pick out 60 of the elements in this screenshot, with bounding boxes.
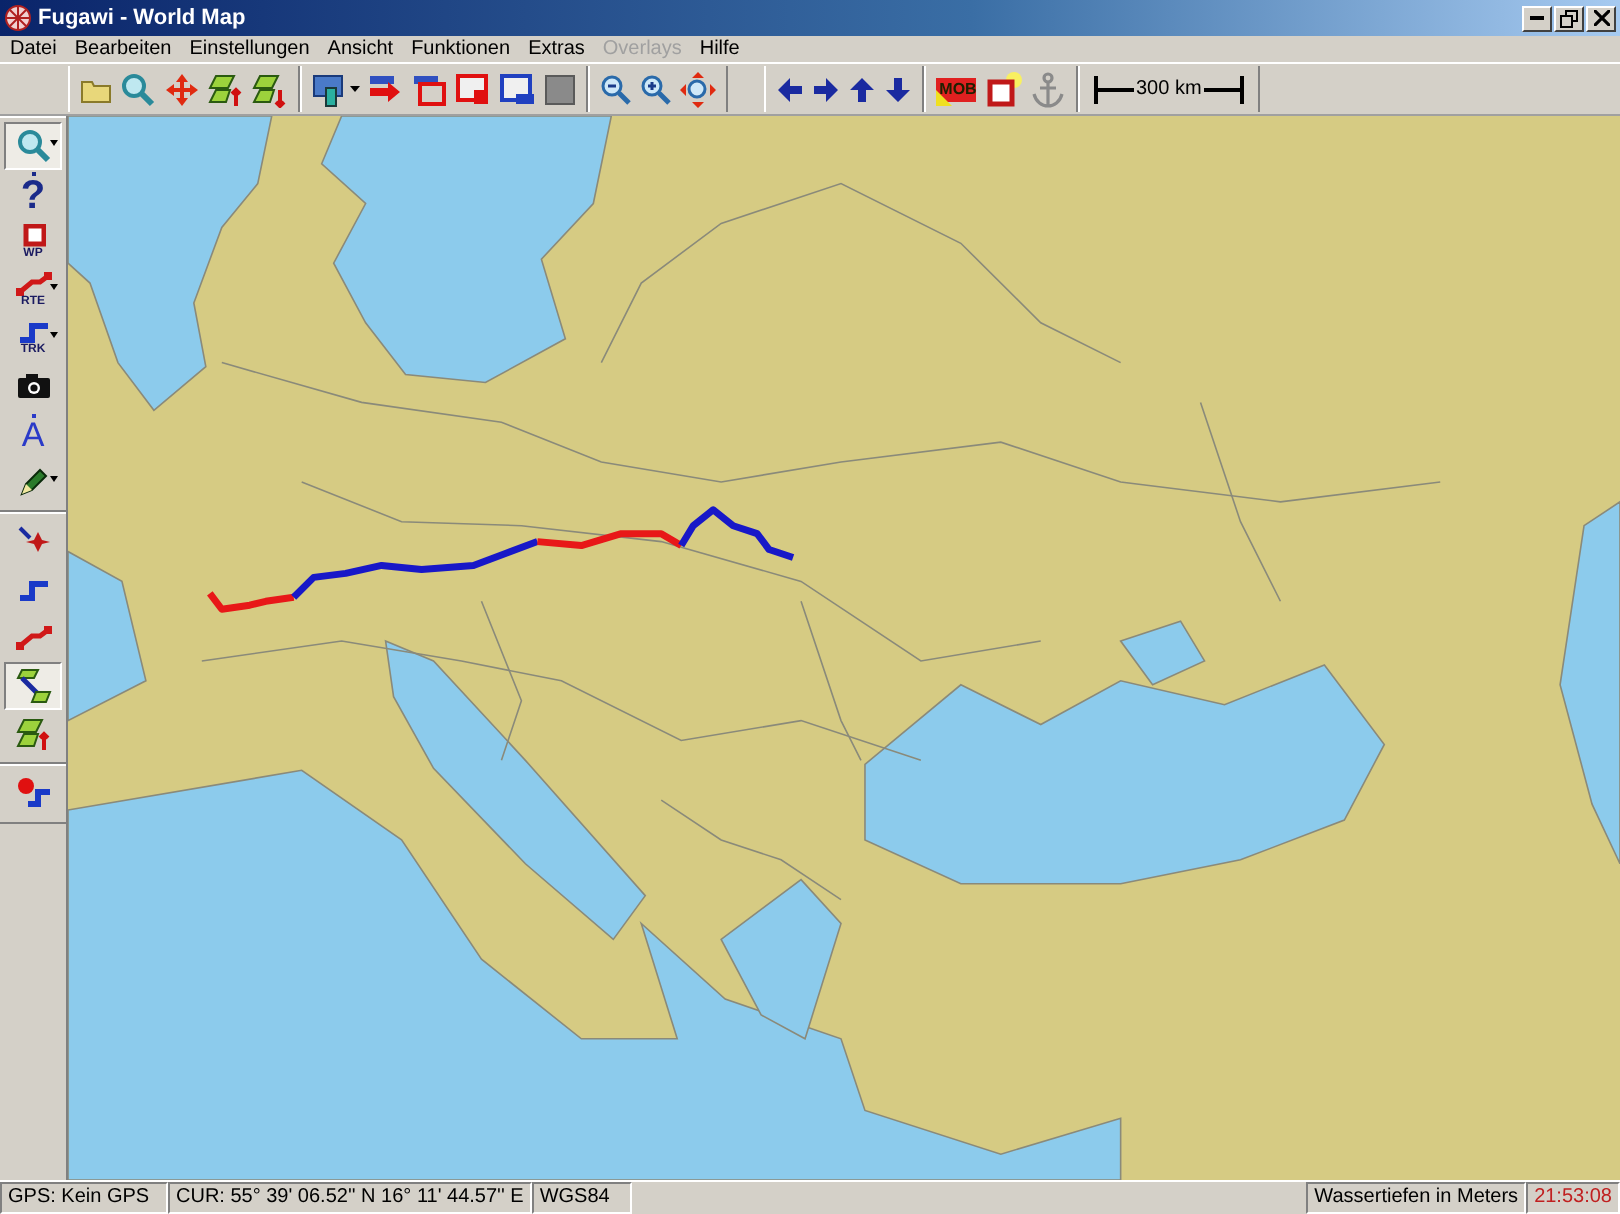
- arrow-right-icon: [812, 75, 840, 103]
- move-arrows-icon: [164, 71, 200, 107]
- menu-item[interactable]: Funktionen: [401, 38, 519, 60]
- folder-icon: [80, 75, 112, 103]
- status-panel: 21:53:08: [1526, 1182, 1620, 1214]
- search-icon: [120, 71, 156, 107]
- square-icon: [544, 73, 576, 105]
- tool-button[interactable]: [4, 662, 62, 710]
- waypoint-icon: [21, 223, 45, 247]
- map-select-icon: [15, 668, 51, 704]
- minimize-button[interactable]: [1522, 5, 1552, 31]
- zoom-fit-icon: [680, 71, 716, 107]
- menu-item[interactable]: Bearbeiten: [64, 38, 180, 60]
- restore-icon: [1560, 9, 1578, 27]
- toolbar-button[interactable]: [676, 68, 720, 110]
- menu-item[interactable]: Einstellungen: [179, 38, 318, 60]
- track-icon: [15, 578, 51, 602]
- arrow-up-icon: [848, 75, 876, 103]
- map-stack-icon: [208, 71, 244, 107]
- monitor-icon: [312, 71, 348, 107]
- track-icon: [15, 319, 51, 343]
- window-frame-icon: [412, 71, 448, 107]
- window-icon: [500, 71, 536, 107]
- restore-button[interactable]: [1554, 5, 1584, 31]
- close-button[interactable]: [1586, 5, 1616, 31]
- camera-icon: [15, 372, 51, 400]
- route-icon: [15, 626, 51, 650]
- status-panel: WGS84: [531, 1182, 632, 1214]
- window-corner-icon: [456, 71, 492, 107]
- tool-button[interactable]: A: [4, 410, 62, 458]
- close-icon: [1593, 10, 1609, 26]
- scale-label: 300 km: [1134, 78, 1204, 100]
- scale-tick-icon: [1094, 75, 1134, 103]
- flag-icon: [936, 73, 976, 105]
- window-title: Fugawi - World Map: [38, 6, 246, 30]
- zoom-in-icon: [640, 73, 672, 105]
- map-stack-icon: [15, 716, 51, 752]
- toolbar-button[interactable]: [496, 68, 540, 110]
- anchor-icon: [1030, 71, 1066, 107]
- zoom-out-icon: [600, 73, 632, 105]
- status-panel: Wassertiefen in Meters: [1306, 1182, 1527, 1214]
- menu-item[interactable]: Ansicht: [317, 38, 402, 60]
- minimize-icon: [1530, 16, 1544, 20]
- map-stack-icon: [252, 71, 288, 107]
- menu-item[interactable]: Hilfe: [689, 38, 748, 60]
- arrow-down-icon: [884, 75, 912, 103]
- arrow-left-icon: [776, 75, 804, 103]
- pen-icon: [17, 466, 49, 498]
- search-icon: [15, 128, 51, 164]
- record-icon: [15, 776, 51, 812]
- route-icon: [15, 271, 51, 295]
- menu-item[interactable]: Extras: [518, 38, 593, 60]
- status-panel: CUR: 55° 39' 06.52'' N 16° 11' 44.57'' E: [168, 1182, 532, 1214]
- status-panel: GPS: Kein GPS: [0, 1182, 168, 1214]
- menu-item[interactable]: Datei: [0, 38, 65, 60]
- scale-tick-icon: [1203, 75, 1244, 103]
- tool-button[interactable]: ?: [4, 170, 62, 218]
- compass-icon: [4, 4, 32, 32]
- toolbar-button[interactable]: [982, 68, 1026, 110]
- arrow-icon: [368, 71, 404, 107]
